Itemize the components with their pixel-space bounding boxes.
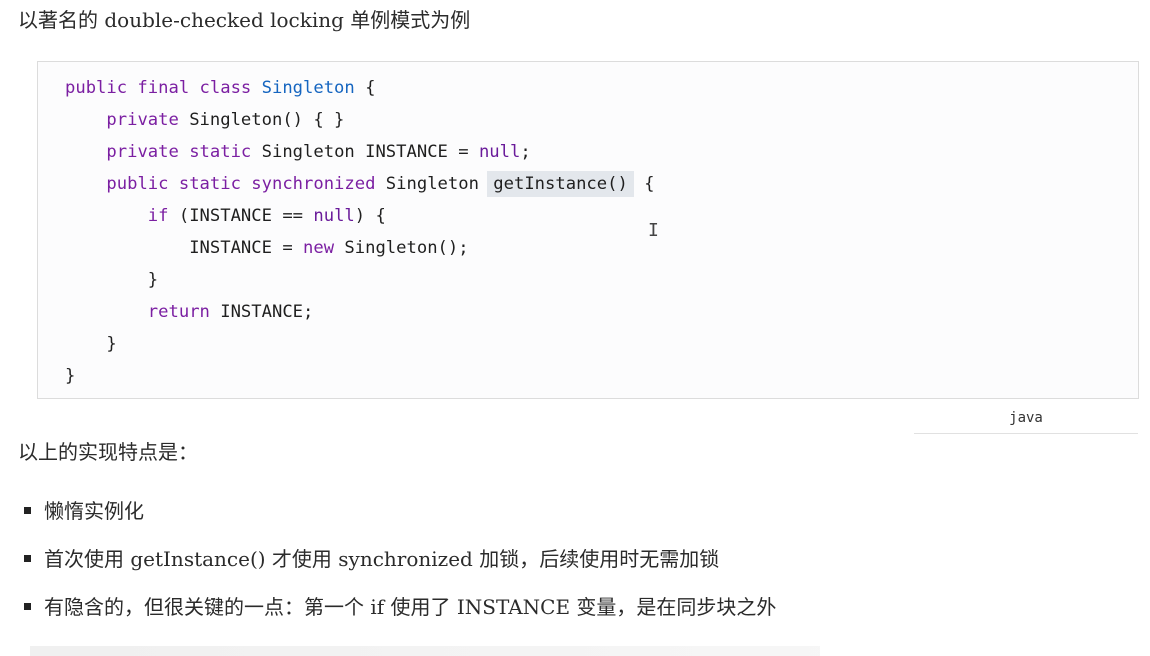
bullet-icon — [24, 603, 31, 610]
selected-text-highlight[interactable]: getInstance() — [487, 171, 634, 197]
summary-heading: 以上的实现特点是： — [18, 440, 198, 464]
code-line-9: } — [65, 334, 117, 354]
code-line-7: } — [65, 270, 159, 290]
intro-paragraph: 以著名的 double-checked locking 单例模式为例 — [18, 8, 471, 32]
list-item: 懒惰实例化 — [22, 496, 776, 544]
code-line-2: private Singleton() { } — [106, 110, 345, 130]
code-line-1: public final class Singleton { — [65, 78, 376, 98]
code-line-6: INSTANCE = new Singleton(); — [189, 238, 469, 258]
code-text: public final class Singleton { private S… — [65, 72, 655, 392]
feature-list: 懒惰实例化 首次使用 getInstance() 才使用 synchronize… — [22, 496, 776, 640]
code-language-label: java — [914, 404, 1138, 434]
code-block[interactable]: public final class Singleton { private S… — [37, 61, 1139, 399]
code-line-10: } — [65, 366, 76, 386]
document-page: 以著名的 double-checked locking 单例模式为例 publi… — [0, 0, 1150, 656]
list-item: 有隐含的，但很关键的一点：第一个 if 使用了 INSTANCE 变量，是在同步… — [22, 592, 776, 640]
text-cursor-icon: I — [648, 220, 659, 241]
cut-off-text-line — [30, 646, 820, 656]
code-line-4: public static synchronized Singleton get… — [65, 171, 655, 197]
bullet-icon — [24, 507, 31, 514]
code-line-5: if (INSTANCE == null) { — [147, 206, 386, 226]
code-line-3: private static Singleton INSTANCE = null… — [106, 142, 531, 162]
list-item: 首次使用 getInstance() 才使用 synchronized 加锁，后… — [22, 544, 776, 592]
bullet-icon — [24, 555, 31, 562]
code-line-8: return INSTANCE; — [147, 302, 314, 322]
